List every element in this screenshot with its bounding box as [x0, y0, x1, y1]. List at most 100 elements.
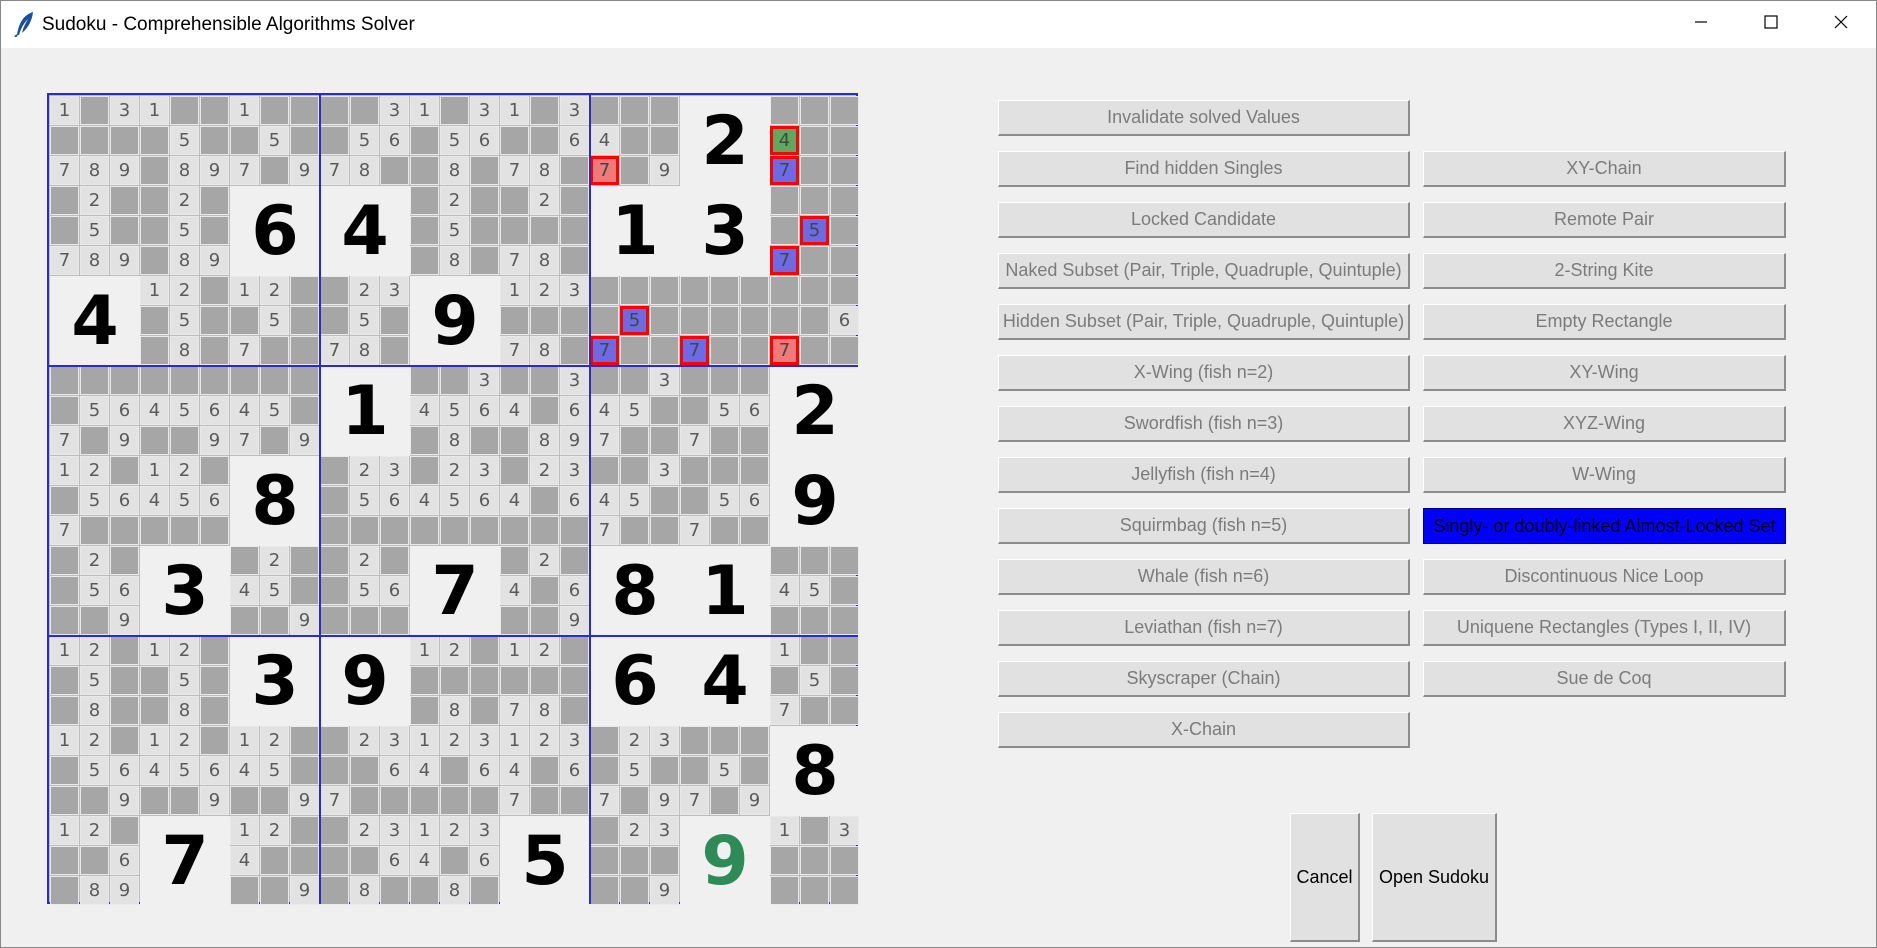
candidate-cell[interactable]: 3 4568	[410, 366, 500, 456]
open-sudoku-button[interactable]: Open Sudoku	[1372, 813, 1497, 942]
candidate-cell[interactable]: 12459	[230, 726, 320, 816]
solved-cell[interactable]: 7	[140, 816, 230, 906]
solved-cell[interactable]: 7	[410, 546, 500, 636]
minimize-button[interactable]	[1666, 1, 1736, 48]
strategy-button-jellyfish-fish-n-4[interactable]: Jellyfish (fish n=4)	[998, 457, 1410, 493]
solved-cell[interactable]: 9	[410, 276, 500, 366]
candidate-cell[interactable]: 23 456	[410, 456, 500, 546]
solved-cell[interactable]: 3	[230, 636, 320, 726]
candidate-cell[interactable]: 45	[770, 546, 860, 636]
candidate-cell[interactable]: 1589	[140, 96, 230, 186]
candidate-cell[interactable]: 12456	[140, 456, 230, 546]
solved-cell[interactable]: 4	[320, 186, 410, 276]
candidate-cell[interactable]: 123 4 68	[410, 816, 500, 906]
strategy-button-x-wing-fish-n-2[interactable]: X-Wing (fish n=2)	[998, 355, 1410, 391]
candidate-cell[interactable]: 1 3568	[410, 96, 500, 186]
strategy-button-empty-rectangle[interactable]: Empty Rectangle	[1423, 304, 1786, 340]
candidate-cell[interactable]: 23 4 6	[500, 456, 590, 546]
candidate-cell[interactable]: 157	[770, 636, 860, 726]
solved-cell[interactable]: 2	[680, 96, 770, 186]
strategy-button-xy-chain[interactable]: XY-Chain	[1423, 151, 1786, 187]
solved-cell[interactable]: 5	[500, 816, 590, 906]
candidate-cell[interactable]: 1579	[230, 96, 320, 186]
candidate-cell[interactable]: 47	[770, 96, 860, 186]
strategy-button-skyscraper-chain[interactable]: Skyscraper (Chain)	[998, 661, 1410, 697]
candidate-cell[interactable]: 1 36 78	[500, 96, 590, 186]
candidate-cell[interactable]: 47 9	[590, 96, 680, 186]
solved-cell[interactable]: 2	[770, 366, 860, 456]
candidate-cell[interactable]: 2459	[230, 546, 320, 636]
candidate-cell[interactable]: 1256 7	[50, 456, 140, 546]
strategy-button-squirmbag-fish-n-5[interactable]: Squirmbag (fish n=5)	[998, 508, 1410, 544]
strategy-button-find-hidden-singles[interactable]: Find hidden Singles	[998, 151, 1410, 187]
candidate-cell[interactable]: 1257	[230, 276, 320, 366]
solved-cell[interactable]: 8	[770, 726, 860, 816]
strategy-button-hidden-subset-pair-triple-quadruple-quintuple[interactable]: Hidden Subset (Pair, Triple, Quadruple, …	[998, 304, 1410, 340]
candidate-cell[interactable]: 57 9	[680, 726, 770, 816]
candidate-cell[interactable]: 67	[770, 276, 860, 366]
strategy-button-x-chain[interactable]: X-Chain	[998, 712, 1410, 748]
candidate-cell[interactable]: 123 78	[500, 276, 590, 366]
solved-cell[interactable]: 9	[770, 456, 860, 546]
strategy-button-swordfish-fish-n-3[interactable]: Swordfish (fish n=3)	[998, 406, 1410, 442]
candidate-cell[interactable]: 236 7	[320, 726, 410, 816]
candidate-cell[interactable]: 12689	[50, 816, 140, 906]
candidate-cell[interactable]: 12569	[50, 726, 140, 816]
cancel-button[interactable]: Cancel	[1290, 813, 1360, 942]
solved-cell[interactable]: 1	[320, 366, 410, 456]
maximize-button[interactable]	[1736, 1, 1806, 48]
solved-cell[interactable]: 9	[320, 636, 410, 726]
candidate-cell[interactable]: 457 9	[230, 366, 320, 456]
candidate-cell[interactable]: 1 3 789	[50, 96, 140, 186]
candidate-cell[interactable]: 56 7 9	[50, 366, 140, 456]
strategy-button-xy-wing[interactable]: XY-Wing	[1423, 355, 1786, 391]
solved-cell[interactable]: 9	[680, 816, 770, 906]
candidate-cell[interactable]: 3 4 689	[500, 366, 590, 456]
strategy-button-uniquene-rectangles-types-i-ii-iv[interactable]: Uniquene Rectangles (Types I, II, IV)	[1423, 610, 1786, 646]
candidate-cell[interactable]: 57	[770, 186, 860, 276]
candidate-cell[interactable]: 124 9	[230, 816, 320, 906]
candidate-cell[interactable]: 25789	[50, 186, 140, 276]
candidate-cell[interactable]: 123 4 6 7	[500, 726, 590, 816]
candidate-cell[interactable]: 1258	[140, 636, 230, 726]
candidate-cell[interactable]: 2569	[50, 546, 140, 636]
solved-cell[interactable]: 8	[590, 546, 680, 636]
strategy-button-2-string-kite[interactable]: 2-String Kite	[1423, 253, 1786, 289]
strategy-button-naked-subset-pair-triple-quadruple-quintuple[interactable]: Naked Subset (Pair, Triple, Quadruple, Q…	[998, 253, 1410, 289]
solved-cell[interactable]: 6	[230, 186, 320, 276]
candidate-cell[interactable]: 13	[770, 816, 860, 906]
candidate-cell[interactable]: 2357 9	[590, 726, 680, 816]
title-bar[interactable]: Sudoku - Comprehensible Algorithms Solve…	[1, 1, 1876, 48]
candidate-cell[interactable]: 24 69	[500, 546, 590, 636]
solved-cell[interactable]: 1	[590, 186, 680, 276]
candidate-cell[interactable]: 12 8	[410, 636, 500, 726]
candidate-cell[interactable]: 3 457	[590, 366, 680, 456]
solved-cell[interactable]: 1	[680, 546, 770, 636]
solved-cell[interactable]: 3	[680, 186, 770, 276]
strategy-button-xyz-wing[interactable]: XYZ-Wing	[1423, 406, 1786, 442]
close-button[interactable]	[1806, 1, 1876, 48]
strategy-button-sue-de-coq[interactable]: Sue de Coq	[1423, 661, 1786, 697]
candidate-cell[interactable]: 1258	[140, 276, 230, 366]
solved-cell[interactable]: 6	[590, 636, 680, 726]
candidate-cell[interactable]: 256	[320, 546, 410, 636]
strategy-button-locked-candidate[interactable]: Locked Candidate	[998, 202, 1410, 238]
candidate-cell[interactable]: 23578	[320, 276, 410, 366]
solved-cell[interactable]: 4	[680, 636, 770, 726]
strategy-button-invalidate-solved-values[interactable]: Invalidate solved Values	[998, 100, 1410, 136]
candidate-cell[interactable]: 2589	[140, 186, 230, 276]
candidate-cell[interactable]: 2356	[320, 456, 410, 546]
candidate-cell[interactable]: 7	[680, 276, 770, 366]
strategy-button-w-wing[interactable]: W-Wing	[1423, 457, 1786, 493]
candidate-cell[interactable]: 56 7	[680, 456, 770, 546]
solved-cell[interactable]: 3	[140, 546, 230, 636]
strategy-button-whale-fish-n-6[interactable]: Whale (fish n=6)	[998, 559, 1410, 595]
strategy-button-leviathan-fish-n-7[interactable]: Leviathan (fish n=7)	[998, 610, 1410, 646]
candidate-cell[interactable]: 12 78	[500, 636, 590, 726]
solved-cell[interactable]: 8	[230, 456, 320, 546]
candidate-cell[interactable]: 258	[410, 186, 500, 276]
candidate-cell[interactable]: 2 78	[500, 186, 590, 276]
candidate-cell[interactable]: 1258	[50, 636, 140, 726]
solved-cell[interactable]: 4	[50, 276, 140, 366]
candidate-cell[interactable]: 356 78	[320, 96, 410, 186]
